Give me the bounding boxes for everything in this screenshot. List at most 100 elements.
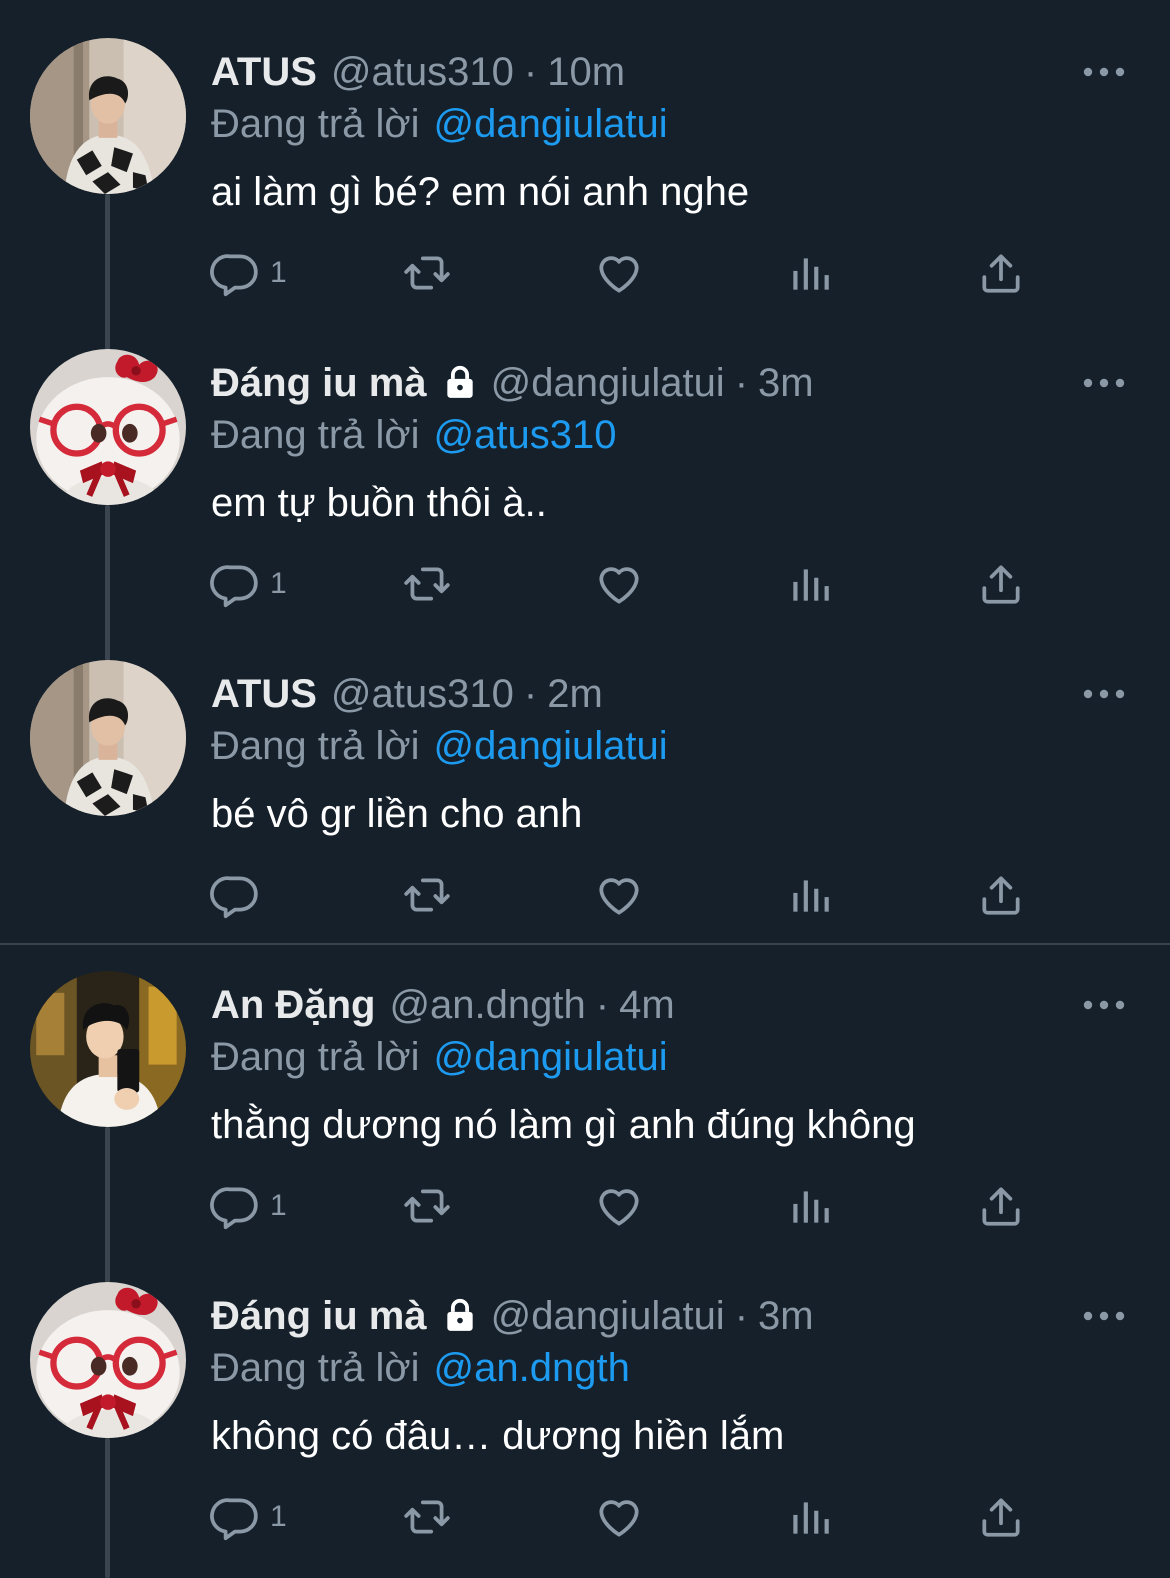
tweet-header: Đáng iu mà @dangiulatui · 3m	[211, 1290, 814, 1342]
reply-icon	[210, 870, 260, 920]
share-icon	[976, 559, 1026, 609]
replying-to: Đang trả lời @atus310	[211, 409, 617, 461]
views-button[interactable]	[785, 1179, 835, 1233]
reply-count: 1	[270, 1189, 287, 1222]
display-name[interactable]: Đáng iu mà	[211, 361, 427, 405]
timestamp[interactable]: 10m	[547, 50, 625, 94]
avatar[interactable]	[30, 349, 186, 505]
separator: ·	[734, 1294, 749, 1338]
retweet-button[interactable]	[402, 246, 452, 300]
tweet-text: em tự buồn thôi à..	[211, 481, 547, 525]
user-handle[interactable]: @dangiulatui	[491, 361, 725, 405]
more-horizontal-icon[interactable]	[1080, 371, 1128, 395]
display-name[interactable]: ATUS	[211, 50, 317, 94]
heart-icon	[594, 559, 644, 609]
replying-to: Đang trả lời @dangiulatui	[211, 720, 668, 772]
reply-mention-link[interactable]: @dangiulatui	[434, 102, 668, 146]
tweet-text: không có đâu… dương hiền lắm	[211, 1414, 785, 1458]
reply-icon	[210, 1181, 260, 1231]
tweet[interactable]: An Đặng @an.dngth · 4m Đang trả lời @dangiul…	[0, 979, 1170, 1283]
user-handle[interactable]: @dangiulatui	[491, 1294, 725, 1338]
separator: ·	[523, 50, 538, 94]
more-horizontal-icon[interactable]	[1080, 993, 1128, 1017]
more-horizontal-icon[interactable]	[1080, 1304, 1128, 1328]
share-button[interactable]	[976, 1179, 1026, 1233]
retweet-icon	[402, 1492, 452, 1542]
timestamp[interactable]: 2m	[547, 672, 603, 716]
avatar[interactable]	[30, 1282, 186, 1438]
avatar[interactable]	[30, 38, 186, 194]
like-button[interactable]	[594, 1490, 644, 1544]
retweet-button[interactable]	[402, 868, 452, 922]
views-button[interactable]	[785, 868, 835, 922]
retweet-button[interactable]	[402, 557, 452, 611]
reply-count: 1	[270, 256, 287, 289]
lock-icon	[441, 363, 479, 401]
tweet-header: Đáng iu mà @dangiulatui · 3m	[211, 357, 814, 409]
thread-line	[105, 505, 110, 661]
replying-to: Đang trả lời @an.dngth	[211, 1342, 630, 1394]
reply-icon	[210, 1492, 260, 1542]
retweet-button[interactable]	[402, 1179, 452, 1233]
reply-button[interactable]: 1	[210, 1490, 287, 1544]
like-button[interactable]	[594, 1179, 644, 1233]
lock-icon	[441, 1296, 479, 1334]
views-button[interactable]	[785, 557, 835, 611]
tweet[interactable]: Đáng iu mà @dangiulatui · 3m Đang trả lời @a…	[0, 357, 1170, 661]
retweet-icon	[402, 248, 452, 298]
views-button[interactable]	[785, 246, 835, 300]
reply-mention-link[interactable]: @dangiulatui	[434, 1035, 668, 1079]
user-handle[interactable]: @an.dngth	[389, 983, 585, 1027]
display-name[interactable]: Đáng iu mà	[211, 1294, 427, 1338]
views-icon	[785, 559, 835, 609]
views-icon	[785, 1181, 835, 1231]
reply-icon	[210, 248, 260, 298]
heart-icon	[594, 1181, 644, 1231]
share-button[interactable]	[976, 868, 1026, 922]
tweet-actions	[210, 868, 1060, 928]
user-handle[interactable]: @atus310	[331, 50, 514, 94]
tweet[interactable]: ATUS @atus310 · 10m Đang trả lời @dangiulatu…	[0, 46, 1170, 350]
views-button[interactable]	[785, 1490, 835, 1544]
reply-mention-link[interactable]: @an.dngth	[434, 1346, 630, 1390]
tweet-header: ATUS @atus310 · 10m	[211, 46, 625, 98]
reply-button[interactable]: 1	[210, 557, 287, 611]
user-handle[interactable]: @atus310	[331, 672, 514, 716]
tweet-actions: 1	[210, 1179, 1060, 1239]
retweet-icon	[402, 1181, 452, 1231]
share-button[interactable]	[976, 1490, 1026, 1544]
avatar[interactable]	[30, 971, 186, 1127]
tweet-text: thằng dương nó làm gì anh đúng không	[211, 1103, 916, 1147]
views-icon	[785, 870, 835, 920]
replying-to: Đang trả lời @dangiulatui	[211, 1031, 668, 1083]
separator: ·	[523, 672, 538, 716]
more-horizontal-icon[interactable]	[1080, 682, 1128, 706]
tweet-text: bé vô gr liền cho anh	[211, 792, 583, 836]
thread-line	[105, 1438, 110, 1578]
like-button[interactable]	[594, 868, 644, 922]
display-name[interactable]: An Đặng	[211, 983, 375, 1027]
reply-count: 1	[270, 567, 287, 600]
reply-mention-link[interactable]: @dangiulatui	[434, 724, 668, 768]
tweet[interactable]: ATUS @atus310 · 2m Đang trả lời @dangiulatui…	[0, 668, 1170, 943]
replying-to-label: Đang trả lời	[211, 1346, 420, 1390]
timestamp[interactable]: 4m	[619, 983, 675, 1027]
share-button[interactable]	[976, 246, 1026, 300]
heart-icon	[594, 870, 644, 920]
reply-button[interactable]	[210, 868, 270, 922]
like-button[interactable]	[594, 557, 644, 611]
more-horizontal-icon[interactable]	[1080, 60, 1128, 84]
reply-button[interactable]: 1	[210, 1179, 287, 1233]
share-button[interactable]	[976, 557, 1026, 611]
display-name[interactable]: ATUS	[211, 672, 317, 716]
reply-mention-link[interactable]: @atus310	[434, 413, 617, 457]
tweet[interactable]: Đáng iu mà @dangiulatui · 3m Đang trả lời @a…	[0, 1290, 1170, 1578]
retweet-button[interactable]	[402, 1490, 452, 1544]
reply-button[interactable]: 1	[210, 246, 287, 300]
tweet-header: ATUS @atus310 · 2m	[211, 668, 603, 720]
avatar[interactable]	[30, 660, 186, 816]
timestamp[interactable]: 3m	[758, 361, 814, 405]
like-button[interactable]	[594, 246, 644, 300]
thread-line	[105, 194, 110, 350]
timestamp[interactable]: 3m	[758, 1294, 814, 1338]
